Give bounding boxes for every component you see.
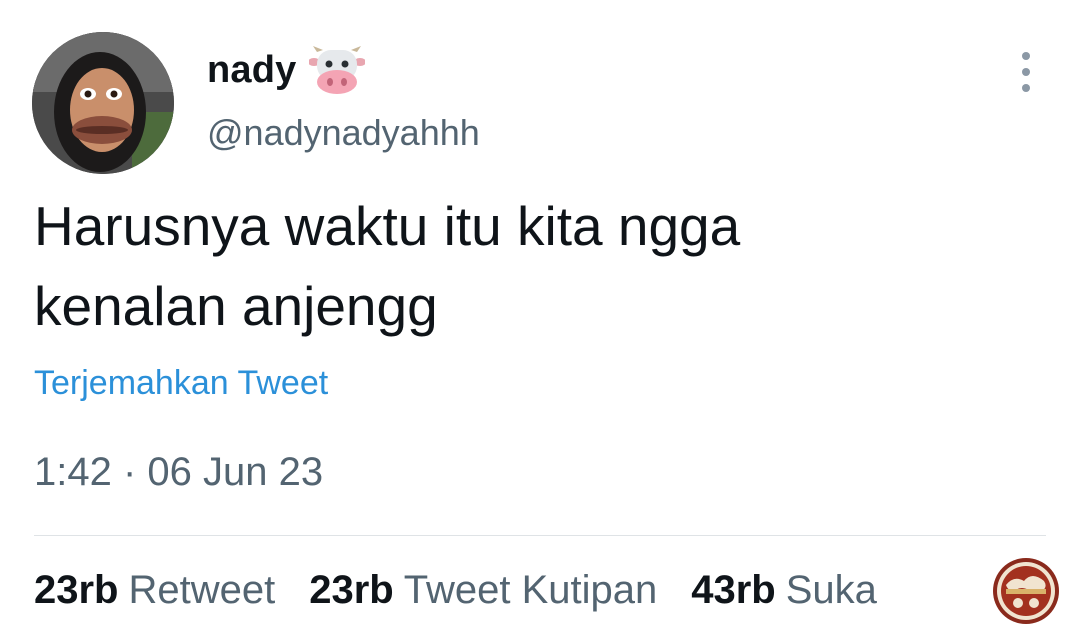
tweet-text-line: Harusnya waktu itu kita ngga (34, 195, 741, 257)
tweet-text: Harusnya waktu itu kita ngga kenalan anj… (34, 186, 1034, 346)
quote-label: Tweet Kutipan (403, 568, 658, 612)
quote-count: 23rb (309, 568, 394, 612)
watermark-logo (992, 557, 1060, 625)
avatar-photo (32, 32, 174, 174)
tweet-card: nady @nadynadyahhh Harusnya waktu itu ki… (0, 0, 1080, 643)
like-stat[interactable]: 43rb Suka (691, 568, 877, 613)
like-label: Suka (785, 568, 877, 612)
user-handle[interactable]: @nadynadyahhh (207, 112, 480, 154)
more-options-icon[interactable] (1010, 52, 1042, 92)
retweet-stat[interactable]: 23rb Retweet (34, 568, 275, 613)
like-count: 43rb (691, 568, 776, 612)
author-name-row: nady (207, 42, 366, 98)
tweet-timestamp[interactable]: 1:42 · 06 Jun 23 (34, 450, 323, 495)
more-dot-icon (1022, 68, 1030, 76)
display-name[interactable]: nady (207, 49, 297, 92)
more-dot-icon (1022, 84, 1030, 92)
avatar[interactable] (32, 32, 174, 174)
more-dot-icon (1022, 52, 1030, 60)
translate-tweet-link[interactable]: Terjemahkan Tweet (34, 364, 328, 403)
retweet-label: Retweet (128, 568, 276, 612)
cow-face-icon (307, 44, 366, 96)
tweet-text-line: kenalan anjengg (34, 275, 438, 337)
quote-tweet-stat[interactable]: 23rb Tweet Kutipan (309, 568, 657, 613)
divider (34, 535, 1046, 536)
retweet-count: 23rb (34, 568, 119, 612)
tweet-stats: 23rb Retweet 23rb Tweet Kutipan 43rb Suka (34, 568, 911, 613)
